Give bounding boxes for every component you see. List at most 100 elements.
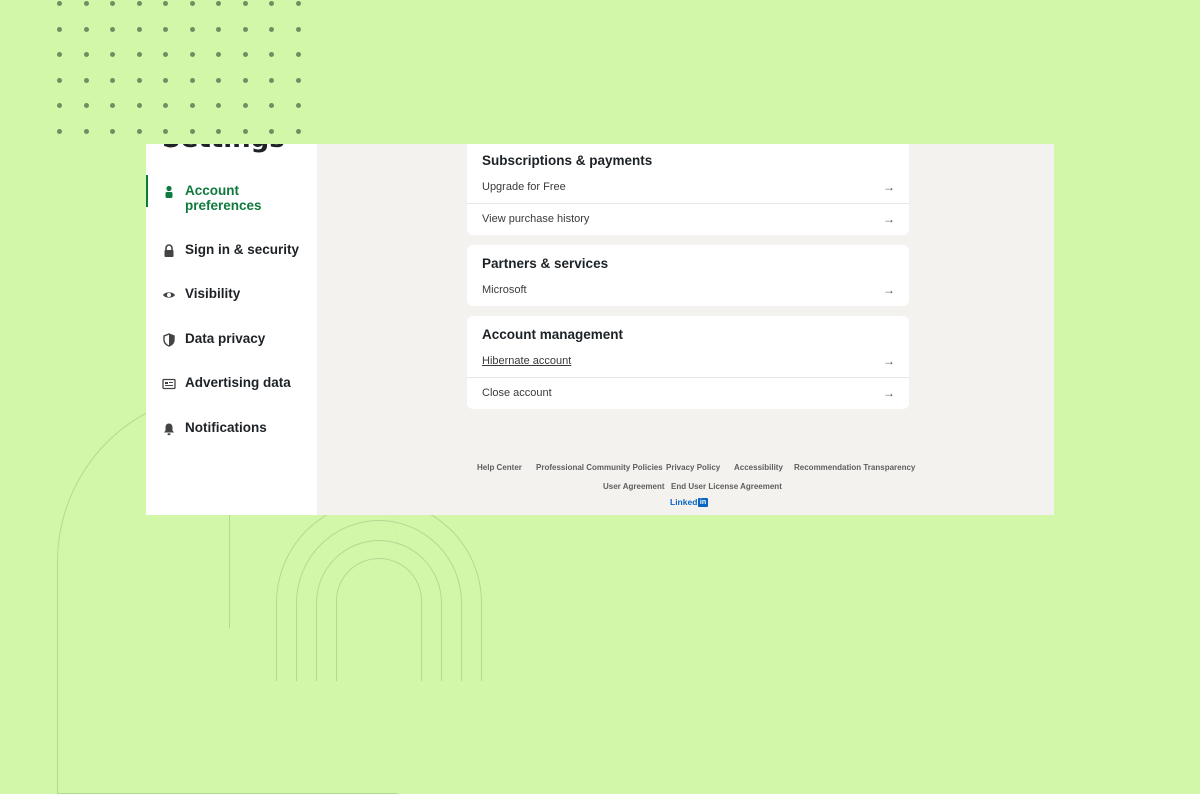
eye-icon bbox=[161, 287, 177, 303]
decorative-dot bbox=[242, 128, 248, 134]
row-label: Hibernate account bbox=[482, 355, 572, 367]
footer-link-privacy-policy[interactable]: Privacy Policy bbox=[666, 463, 720, 472]
decorative-dot bbox=[110, 52, 115, 57]
decorative-dot bbox=[163, 103, 168, 108]
decorative-dot bbox=[242, 103, 248, 108]
decorative-dot bbox=[110, 26, 115, 32]
decorative-dot bbox=[189, 128, 195, 134]
sidebar-item-label: Data privacy bbox=[185, 331, 266, 346]
decorative-dot-grid bbox=[52, 0, 312, 140]
footer-link-user-agreement[interactable]: User Agreement bbox=[603, 482, 665, 491]
arrow-right-icon: → bbox=[883, 180, 895, 194]
arrow-right-icon: → bbox=[883, 354, 895, 368]
decorative-dot bbox=[216, 103, 221, 108]
decorative-dot bbox=[295, 77, 301, 83]
decorative-dot bbox=[269, 103, 274, 108]
decorative-dot bbox=[163, 1, 168, 6]
sidebar-item-label: Visibility bbox=[185, 286, 241, 301]
microsoft-row[interactable]: Microsoft → bbox=[467, 275, 909, 306]
decorative-dot bbox=[163, 77, 168, 83]
close-account-row[interactable]: Close account → bbox=[467, 378, 909, 409]
decorative-dot bbox=[269, 26, 274, 32]
footer-link-recommendation-transparency[interactable]: Recommendation Transparency bbox=[794, 463, 915, 472]
decorative-dot bbox=[216, 128, 221, 134]
arrow-right-icon: → bbox=[883, 386, 895, 400]
decorative-dot bbox=[57, 1, 62, 6]
hibernate-account-row[interactable]: Hibernate account → bbox=[467, 346, 909, 377]
partners-card: Partners & services Microsoft → bbox=[467, 245, 909, 306]
account-management-card: Account management Hibernate account → C… bbox=[467, 316, 909, 409]
logo-badge: in bbox=[698, 497, 708, 507]
upgrade-for-free-row[interactable]: Upgrade for Free → bbox=[467, 172, 909, 203]
decorative-dot bbox=[163, 52, 168, 57]
section-title: Subscriptions & payments bbox=[482, 153, 653, 168]
shield-icon bbox=[161, 332, 177, 348]
decorative-dot bbox=[57, 128, 62, 134]
row-label: Close account bbox=[482, 387, 552, 399]
sidebar-item-label: Notifications bbox=[185, 420, 267, 435]
decorative-dot bbox=[83, 103, 89, 108]
decorative-dot bbox=[242, 26, 248, 32]
decorative-dot bbox=[83, 128, 89, 134]
decorative-dot bbox=[83, 1, 89, 6]
decorative-dot bbox=[136, 128, 142, 134]
decorative-dot bbox=[242, 52, 248, 57]
view-purchase-history-row[interactable]: View purchase history → bbox=[467, 204, 909, 235]
footer-link-community-policies[interactable]: Professional Community Policies bbox=[536, 463, 663, 472]
footer-link-help-center[interactable]: Help Center bbox=[477, 463, 522, 472]
decorative-dot bbox=[136, 103, 142, 108]
row-label: Upgrade for Free bbox=[482, 181, 566, 193]
sidebar-item-account-preferences[interactable]: Account preferences bbox=[146, 175, 317, 213]
decorative-line bbox=[229, 515, 230, 628]
sidebar-item-advertising-data[interactable]: Advertising data bbox=[146, 375, 317, 392]
sidebar-item-label: Account preferences bbox=[185, 183, 262, 213]
person-icon bbox=[161, 184, 177, 200]
logo-text: Linked bbox=[670, 497, 698, 507]
sidebar-item-notifications[interactable]: Notifications bbox=[146, 420, 317, 437]
arrow-right-icon: → bbox=[883, 283, 895, 297]
sidebar-item-sign-in-security[interactable]: Sign in & security bbox=[146, 242, 317, 259]
decorative-dot bbox=[216, 26, 221, 32]
decorative-dot bbox=[216, 52, 221, 57]
decorative-dot bbox=[269, 52, 274, 57]
decorative-dot bbox=[83, 52, 89, 57]
subscriptions-card: Subscriptions & payments Upgrade for Fre… bbox=[467, 144, 909, 235]
sidebar-item-label: Sign in & security bbox=[185, 242, 300, 257]
decorative-dot bbox=[57, 77, 62, 83]
decorative-dot bbox=[242, 1, 248, 6]
arrow-right-icon: → bbox=[883, 212, 895, 226]
sidebar-item-data-privacy[interactable]: Data privacy bbox=[146, 331, 317, 348]
lock-icon bbox=[161, 243, 177, 259]
linkedin-logo: Linked in bbox=[670, 497, 708, 507]
decorative-dot bbox=[216, 77, 221, 83]
newspaper-icon bbox=[161, 376, 177, 392]
decorative-dot bbox=[57, 52, 62, 57]
decorative-dot bbox=[295, 103, 301, 108]
decorative-dot bbox=[189, 1, 195, 6]
row-label: View purchase history bbox=[482, 213, 590, 225]
decorative-dot bbox=[189, 77, 195, 83]
settings-window: Settings Account preferences Sign in & s… bbox=[146, 144, 1054, 515]
decorative-dot bbox=[295, 52, 301, 57]
bell-icon bbox=[161, 421, 177, 437]
row-label: Microsoft bbox=[482, 284, 527, 296]
decorative-dot bbox=[110, 103, 115, 108]
decorative-dot bbox=[136, 77, 142, 83]
decorative-dot bbox=[295, 128, 301, 134]
decorative-dot bbox=[269, 77, 274, 83]
footer-link-eula[interactable]: End User License Agreement bbox=[671, 482, 782, 491]
decorative-dot bbox=[110, 77, 115, 83]
decorative-dot bbox=[295, 26, 301, 32]
settings-sidebar: Settings Account preferences Sign in & s… bbox=[146, 144, 317, 515]
active-indicator bbox=[146, 175, 148, 207]
decorative-dot bbox=[189, 26, 195, 32]
decorative-dot bbox=[295, 1, 301, 6]
sidebar-item-visibility[interactable]: Visibility bbox=[146, 286, 317, 303]
decorative-nested-arches bbox=[276, 500, 482, 681]
decorative-dot bbox=[83, 26, 89, 32]
decorative-dot bbox=[136, 52, 142, 57]
footer-link-accessibility[interactable]: Accessibility bbox=[734, 463, 783, 472]
decorative-dot bbox=[57, 103, 62, 108]
decorative-dot bbox=[57, 26, 62, 32]
decorative-dot bbox=[216, 1, 221, 6]
